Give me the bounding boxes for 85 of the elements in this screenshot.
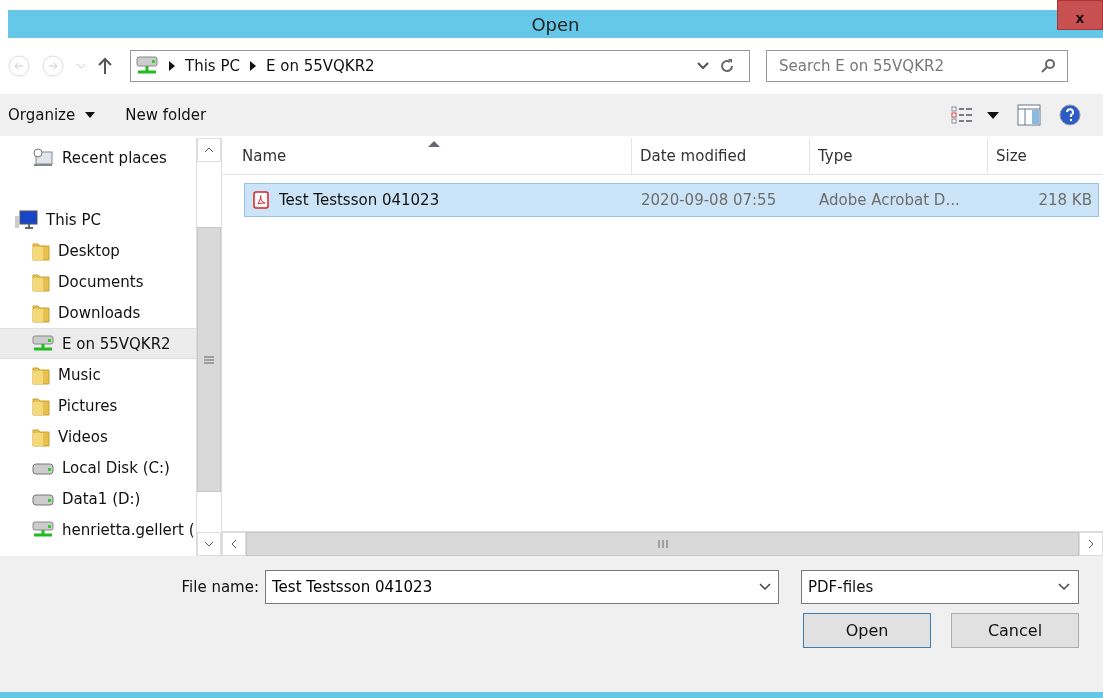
scroll-right-button[interactable] bbox=[1079, 532, 1103, 556]
scroll-left-button[interactable] bbox=[222, 532, 246, 556]
sidebar-label: Local Disk (C:) bbox=[62, 458, 170, 477]
sidebar-item[interactable]: henrietta.gellert ( bbox=[0, 514, 196, 545]
chevron-right-icon bbox=[1088, 539, 1094, 549]
folder-icon bbox=[32, 364, 50, 385]
dropdown-icon bbox=[1058, 583, 1070, 591]
close-button[interactable]: x bbox=[1057, 0, 1103, 30]
table-cell-text: Adobe Acrobat D... bbox=[818, 191, 961, 209]
sidebar-item[interactable]: Local Disk (C:) bbox=[0, 452, 196, 483]
sidebar-label: Pictures bbox=[58, 396, 118, 415]
sidebar-item[interactable]: Data1 (D:) bbox=[0, 483, 196, 514]
sidebar-item[interactable]: Pictures bbox=[0, 390, 196, 421]
scrollbar-thumb[interactable] bbox=[246, 532, 1079, 556]
new-folder-button[interactable]: New folder bbox=[117, 102, 207, 128]
sidebar-item[interactable]: E on 55VQKR2 bbox=[0, 328, 196, 359]
table-cell-text: 2020-09-08 07:55 bbox=[640, 191, 778, 209]
file-type-dropdown[interactable]: PDF-files bbox=[801, 570, 1079, 604]
breadcrumb[interactable]: E on 55VQKR2 bbox=[265, 57, 375, 75]
file-name-field[interactable]: Test Testsson 041023 bbox=[265, 570, 779, 604]
breadcrumb[interactable]: This PC bbox=[185, 57, 240, 75]
network-drive-icon bbox=[135, 56, 159, 76]
pdf-file-icon bbox=[253, 191, 269, 209]
sidebar-item[interactable]: Music bbox=[0, 359, 196, 390]
sidebar-item[interactable]: This PC bbox=[0, 204, 196, 235]
file-row[interactable]: Test Testsson 041023 2020-09-08 07:55 Adobe Acrobat D... 218 KB bbox=[244, 183, 1099, 217]
organize-button[interactable]: Organize bbox=[0, 102, 96, 128]
sidebar-label: Desktop bbox=[58, 241, 120, 260]
search-icon bbox=[1040, 58, 1056, 74]
sidebar-label: Videos bbox=[58, 427, 108, 446]
computer-icon bbox=[14, 209, 38, 230]
chevron-icon bbox=[169, 61, 175, 71]
search-field[interactable]: Search E on 55VQKR2 bbox=[766, 50, 1068, 82]
column-header[interactable]: Size bbox=[988, 138, 1103, 174]
folder-icon bbox=[32, 395, 50, 416]
sidebar-item[interactable]: Desktop bbox=[0, 235, 196, 266]
caret-icon[interactable] bbox=[987, 111, 999, 119]
preview-pane-icon[interactable] bbox=[1017, 104, 1041, 126]
sidebar-item[interactable]: Videos bbox=[0, 421, 196, 452]
sidebar-label: henrietta.gellert ( bbox=[62, 520, 195, 539]
folder-icon bbox=[32, 240, 50, 261]
drive-icon bbox=[32, 460, 54, 475]
sidebar-label: This PC bbox=[46, 210, 101, 229]
folder-icon bbox=[32, 271, 50, 292]
column-header[interactable]: Date modified bbox=[632, 138, 810, 174]
sidebar-label: Recent places bbox=[62, 148, 167, 167]
folder-icon bbox=[32, 426, 50, 447]
scroll-up-button[interactable] bbox=[197, 138, 221, 162]
sidebar-item[interactable]: Documents bbox=[0, 266, 196, 297]
view-list-icon[interactable] bbox=[951, 106, 973, 124]
scrollbar-thumb[interactable] bbox=[197, 227, 221, 492]
sidebar-label: Music bbox=[58, 365, 101, 384]
sidebar-item[interactable]: Recent places bbox=[0, 142, 196, 173]
sidebar-label: Downloads bbox=[58, 303, 141, 322]
sort-arrow-icon bbox=[428, 141, 440, 147]
scroll-down-button[interactable] bbox=[197, 532, 221, 556]
recent-places-icon bbox=[32, 147, 54, 168]
refresh-icon[interactable] bbox=[719, 58, 735, 74]
forward-icon[interactable] bbox=[42, 55, 64, 77]
chevron-up-icon bbox=[204, 147, 214, 153]
dropdown-icon[interactable] bbox=[697, 62, 709, 70]
network-drive-icon bbox=[32, 520, 54, 539]
back-icon[interactable] bbox=[8, 55, 30, 77]
sidebar-label: E on 55VQKR2 bbox=[62, 334, 171, 353]
caret-icon bbox=[85, 112, 96, 118]
folder-icon bbox=[32, 302, 50, 323]
table-cell-text: 218 KB bbox=[1037, 191, 1093, 209]
file-name: Test Testsson 041023 bbox=[279, 191, 440, 209]
drive-icon bbox=[32, 491, 54, 506]
file-name-label: File name: bbox=[181, 578, 259, 596]
sidebar-label: Documents bbox=[58, 272, 144, 291]
chevron-down-icon bbox=[204, 541, 214, 547]
sidebar-item[interactable]: Downloads bbox=[0, 297, 196, 328]
sidebar-label: Data1 (D:) bbox=[62, 489, 141, 508]
chevron-icon bbox=[249, 61, 256, 71]
dropdown-icon[interactable] bbox=[759, 583, 771, 591]
column-header[interactable]: Type bbox=[810, 138, 988, 174]
cancel-button[interactable]: Cancel bbox=[951, 613, 1079, 648]
chevron-left-icon bbox=[231, 539, 237, 549]
network-drive-icon bbox=[32, 334, 54, 353]
address-bar[interactable]: This PC E on 55VQKR2 bbox=[130, 50, 750, 82]
window-title: Open bbox=[531, 13, 580, 35]
open-button[interactable]: Open bbox=[803, 613, 931, 648]
up-arrow-icon[interactable] bbox=[98, 57, 112, 75]
help-icon[interactable] bbox=[1059, 104, 1081, 126]
